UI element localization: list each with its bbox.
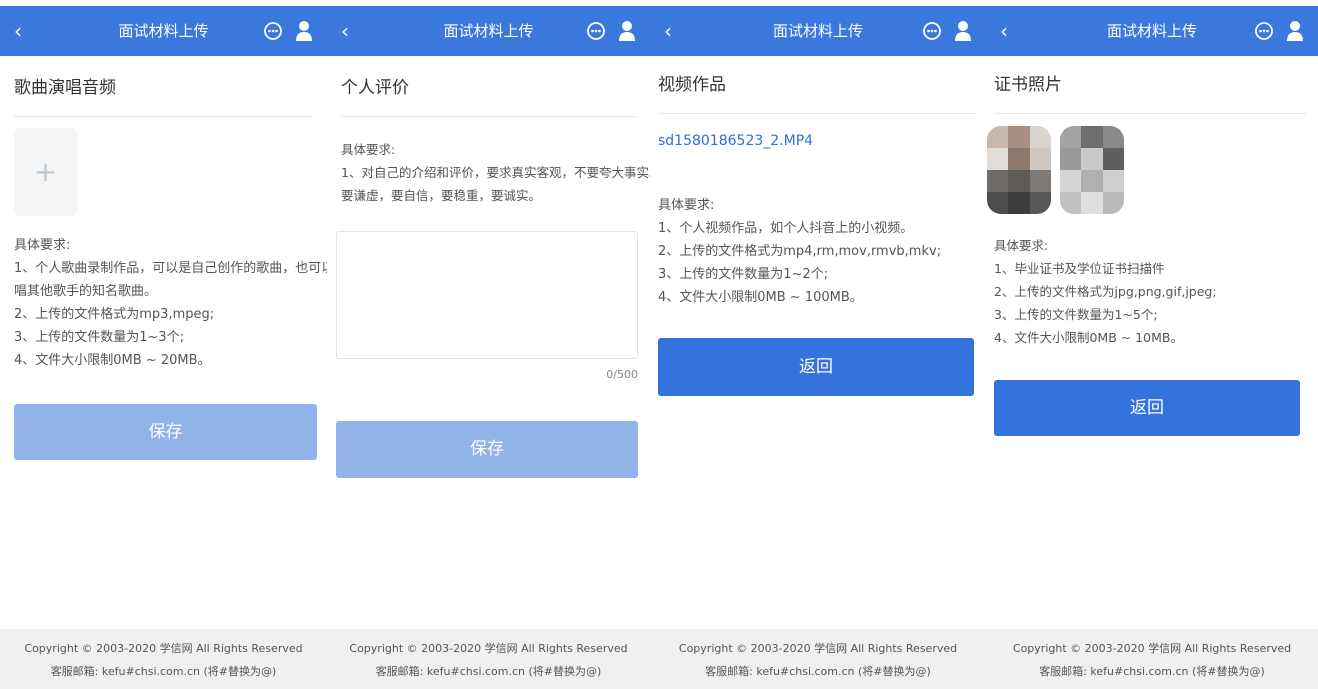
back-button[interactable]: 返回 <box>658 338 974 396</box>
navbar: ‹ 面试材料上传 <box>327 6 650 56</box>
copyright-text: Copyright © 2003-2020 学信网 All Rights Res… <box>1012 642 1292 655</box>
copyright-text: Copyright © 2003-2020 学信网 All Rights Res… <box>678 642 958 655</box>
requirement-line: 要谦虚，要自信，要稳重，要诚实。 <box>341 188 542 203</box>
requirement-line: 3、上传的文件数量为1~2个; <box>658 267 829 282</box>
footer: Copyright © 2003-2020 学信网 All Rights Res… <box>650 629 986 689</box>
panel-song-audio: ‹ 面试材料上传 歌曲演唱音频 + 具体要求: 1、个人歌曲录制作品，可以是自己… <box>0 0 327 689</box>
requirement-line: 1、毕业证书及学位证书扫描件 <box>994 261 1165 276</box>
section-title: 证书照片 <box>994 57 1306 114</box>
panel-video-works: ‹ 面试材料上传 视频作品 sd1580186523_2.MP4 具体要求: 1… <box>650 0 986 689</box>
copyright-text: Copyright © 2003-2020 学信网 All Rights Res… <box>24 642 303 655</box>
back-icon[interactable]: ‹ <box>664 6 672 56</box>
requirements-heading: 具体要求: <box>658 198 715 213</box>
navbar: ‹ 面试材料上传 <box>986 6 1318 56</box>
navbar: ‹ 面试材料上传 <box>0 6 327 56</box>
requirement-line: 4、文件大小限制0MB ~ 10MB。 <box>994 330 1183 345</box>
user-icon[interactable] <box>954 20 972 42</box>
chat-icon[interactable] <box>263 21 283 41</box>
requirement-line: 2、上传的文件格式为mp4,rm,mov,rmvb,mkv; <box>658 244 942 259</box>
plus-icon: + <box>33 155 58 188</box>
requirements: 具体要求: 1、个人视频作品，如个人抖音上的小视频。 2、上传的文件格式为mp4… <box>658 194 976 309</box>
section-title: 个人评价 <box>341 60 636 117</box>
section-title: 视频作品 <box>658 57 976 114</box>
certificate-thumbnail[interactable] <box>1060 126 1124 214</box>
requirement-line: 1、个人歌曲录制作品，可以是自己创作的歌曲，也可以演 <box>14 261 327 276</box>
requirements: 具体要求: 1、对自己的介绍和评价，要求真实客观，不要夸大事实。 要谦虚，要自信… <box>341 138 650 207</box>
requirement-line: 唱其他歌手的知名歌曲。 <box>14 284 158 299</box>
footer: Copyright © 2003-2020 学信网 All Rights Res… <box>0 629 327 689</box>
requirement-line: 3、上传的文件数量为1~5个; <box>994 307 1158 322</box>
requirements: 具体要求: 1、毕业证书及学位证书扫描件 2、上传的文件格式为jpg,png,g… <box>994 234 1308 349</box>
section-title: 歌曲演唱音频 <box>14 60 313 117</box>
chat-icon[interactable] <box>1254 21 1274 41</box>
requirements-heading: 具体要求: <box>994 238 1049 253</box>
requirements-heading: 具体要求: <box>14 238 71 253</box>
uploaded-video-link[interactable]: sd1580186523_2.MP4 <box>658 133 813 149</box>
requirement-line: 1、对自己的介绍和评价，要求真实客观，不要夸大事实。 <box>341 165 650 180</box>
panel-self-evaluation: ‹ 面试材料上传 个人评价 具体要求: 1、对自己的介绍和评价，要求真实客观，不… <box>327 0 650 689</box>
requirements-heading: 具体要求: <box>341 142 396 157</box>
panel-certificate-photos: ‹ 面试材料上传 证书照片 具体要求: 1、毕业证书及学位证书扫描件 2、上传的… <box>986 0 1318 689</box>
save-button[interactable]: 保存 <box>336 421 638 478</box>
footer: Copyright © 2003-2020 学信网 All Rights Res… <box>986 629 1318 689</box>
char-counter: 0/500 <box>606 368 638 381</box>
back-icon[interactable]: ‹ <box>341 6 349 56</box>
user-icon[interactable] <box>1286 20 1304 42</box>
screenshot-stage: ‹ 面试材料上传 歌曲演唱音频 + 具体要求: 1、个人歌曲录制作品，可以是自己… <box>0 0 1318 689</box>
user-icon[interactable] <box>618 20 636 42</box>
requirements: 具体要求: 1、个人歌曲录制作品，可以是自己创作的歌曲，也可以演 唱其他歌手的知… <box>14 234 327 372</box>
copyright-text: Copyright © 2003-2020 学信网 All Rights Res… <box>349 642 628 655</box>
user-icon[interactable] <box>295 20 313 42</box>
support-email-text: 客服邮箱: kefu#chsi.com.cn (将#替换为@) <box>50 665 277 678</box>
back-icon[interactable]: ‹ <box>14 6 22 56</box>
requirement-line: 4、文件大小限制0MB ~ 100MB。 <box>658 290 863 305</box>
requirement-line: 2、上传的文件格式为jpg,png,gif,jpeg; <box>994 284 1217 299</box>
chat-icon[interactable] <box>922 21 942 41</box>
support-email-text: 客服邮箱: kefu#chsi.com.cn (将#替换为@) <box>1039 665 1265 678</box>
save-button[interactable]: 保存 <box>14 404 317 460</box>
requirement-line: 1、个人视频作品，如个人抖音上的小视频。 <box>658 221 914 236</box>
chat-icon[interactable] <box>586 21 606 41</box>
requirement-line: 3、上传的文件数量为1~3个; <box>14 330 185 345</box>
self-evaluation-textarea[interactable] <box>336 231 638 359</box>
back-button[interactable]: 返回 <box>994 380 1300 436</box>
back-icon[interactable]: ‹ <box>1000 6 1008 56</box>
navbar: ‹ 面试材料上传 <box>650 6 986 56</box>
requirement-line: 4、文件大小限制0MB ~ 20MB。 <box>14 353 211 368</box>
support-email-text: 客服邮箱: kefu#chsi.com.cn (将#替换为@) <box>705 665 931 678</box>
support-email-text: 客服邮箱: kefu#chsi.com.cn (将#替换为@) <box>375 665 602 678</box>
audio-upload-button[interactable]: + <box>14 128 77 216</box>
footer: Copyright © 2003-2020 学信网 All Rights Res… <box>327 629 650 689</box>
certificate-thumbnail[interactable] <box>987 126 1051 214</box>
requirement-line: 2、上传的文件格式为mp3,mpeg; <box>14 307 215 322</box>
